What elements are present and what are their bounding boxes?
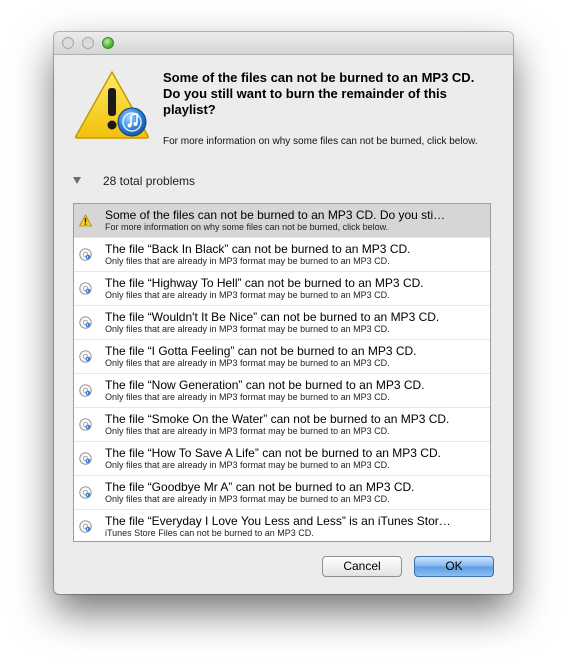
- info-icon: [79, 418, 92, 431]
- problem-title: The file “How To Save A Life” can not be…: [105, 446, 441, 460]
- info-icon: [79, 316, 92, 329]
- info-icon: [79, 452, 92, 465]
- problem-title: The file “Everyday I Love You Less and L…: [105, 514, 451, 528]
- burn-problems-dialog: Some of the files can not be burned to a…: [54, 32, 513, 594]
- cancel-button[interactable]: Cancel: [322, 556, 402, 577]
- problem-row[interactable]: Some of the files can not be burned to a…: [74, 204, 490, 238]
- problem-row[interactable]: The file “I Gotta Feeling” can not be bu…: [74, 340, 490, 374]
- problem-detail: Only files that are already in MP3 forma…: [105, 290, 390, 300]
- problem-detail: Only files that are already in MP3 forma…: [105, 426, 390, 436]
- alert-informative-text: For more information on why some files c…: [163, 136, 478, 147]
- minimize-window-button[interactable]: [82, 37, 94, 49]
- problem-title: The file “Back In Black” can not be burn…: [105, 242, 411, 256]
- info-icon: [79, 486, 92, 499]
- ok-button[interactable]: OK: [414, 556, 494, 577]
- problem-row[interactable]: The file “Goodbye Mr A” can not be burne…: [74, 476, 490, 510]
- problem-title: The file “Highway To Hell” can not be bu…: [105, 276, 424, 290]
- problem-row[interactable]: The file “Everyday I Love You Less and L…: [74, 510, 490, 541]
- problem-row[interactable]: The file “How To Save A Life” can not be…: [74, 442, 490, 476]
- problems-count-label: 28 total problems: [103, 174, 196, 188]
- problem-title: Some of the files can not be burned to a…: [105, 208, 446, 222]
- problem-title: The file “Now Generation” can not be bur…: [105, 378, 425, 392]
- zoom-window-button[interactable]: [102, 37, 114, 49]
- problem-row[interactable]: The file “Highway To Hell” can not be bu…: [74, 272, 490, 306]
- close-window-button[interactable]: [62, 37, 74, 49]
- problem-title: The file “Wouldn't It Be Nice” can not b…: [105, 310, 440, 324]
- warning-itunes-icon: [74, 70, 150, 140]
- problems-list[interactable]: Some of the files can not be burned to a…: [73, 203, 491, 542]
- problem-title: The file “Goodbye Mr A” can not be burne…: [105, 480, 415, 494]
- alert-message-title: Some of the files can not be burned to a…: [163, 70, 475, 117]
- info-icon: [79, 384, 92, 397]
- problem-detail: Only files that are already in MP3 forma…: [105, 358, 390, 368]
- problem-row[interactable]: The file “Now Generation” can not be bur…: [74, 374, 490, 408]
- problem-title: The file “Smoke On the Water” can not be…: [105, 412, 450, 426]
- problem-row[interactable]: The file “Wouldn't It Be Nice” can not b…: [74, 306, 490, 340]
- problem-detail: Only files that are already in MP3 forma…: [105, 324, 390, 334]
- title-bar: [54, 32, 513, 55]
- problem-row[interactable]: The file “Back In Black” can not be burn…: [74, 238, 490, 272]
- problem-row[interactable]: The file “Smoke On the Water” can not be…: [74, 408, 490, 442]
- warning-icon: [79, 214, 92, 227]
- problem-detail: For more information on why some files c…: [105, 222, 389, 232]
- problem-detail: Only files that are already in MP3 forma…: [105, 460, 390, 470]
- problem-title: The file “I Gotta Feeling” can not be bu…: [105, 344, 417, 358]
- problem-detail: Only files that are already in MP3 forma…: [105, 392, 390, 402]
- problem-detail: Only files that are already in MP3 forma…: [105, 494, 390, 504]
- problem-detail: Only files that are already in MP3 forma…: [105, 256, 390, 266]
- problems-disclosure-toggle[interactable]: 28 total problems: [73, 174, 273, 190]
- info-icon: [79, 520, 92, 533]
- problem-detail: iTunes Store Files can not be burned to …: [105, 528, 314, 538]
- info-icon: [79, 248, 92, 261]
- info-icon: [79, 350, 92, 363]
- info-icon: [79, 282, 92, 295]
- disclosure-triangle-icon[interactable]: [73, 177, 81, 184]
